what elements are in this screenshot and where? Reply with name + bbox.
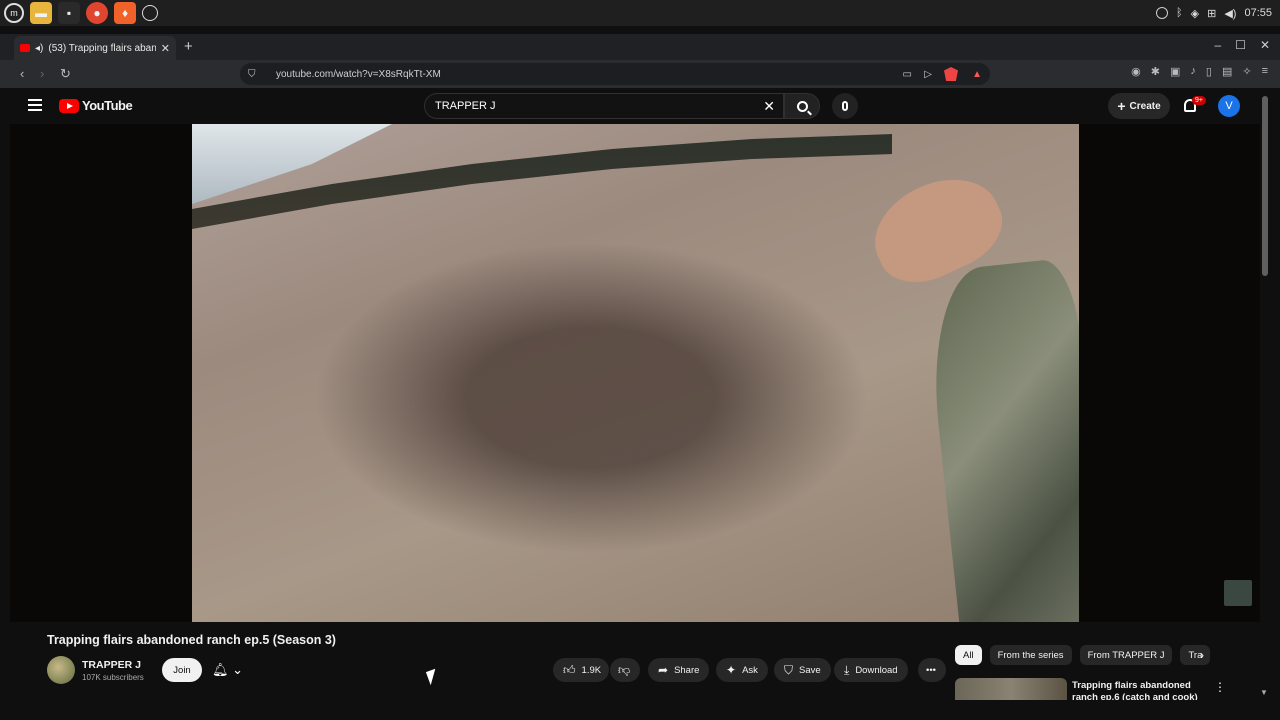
create-label: Create (1129, 100, 1161, 112)
share-icon: ➦ (658, 663, 669, 677)
tab-youtube[interactable]: ◂) (53) Trapping flairs abando ✕ (14, 36, 176, 60)
reload-button[interactable]: ↻ (60, 66, 71, 82)
channel-watermark[interactable] (1224, 580, 1252, 606)
minimize-icon[interactable]: – (1214, 38, 1221, 52)
maximize-icon[interactable]: ☐ (1235, 38, 1246, 52)
notification-badge: 9+ (1192, 96, 1206, 105)
cast-icon[interactable]: ▭ (903, 69, 912, 80)
lan-tray-icon[interactable]: ⊞ (1207, 7, 1216, 20)
clock[interactable]: 07:55 (1244, 7, 1272, 19)
search-icon (796, 100, 808, 112)
youtube-favicon-icon (20, 44, 30, 52)
create-button[interactable]: + Create (1108, 93, 1170, 119)
new-tab-button[interactable]: + (184, 38, 193, 55)
more-horizontal-icon: ••• (926, 664, 936, 676)
bookmark-icon[interactable]: ⛉ (248, 69, 256, 80)
more-vertical-icon[interactable]: ⋮ (1214, 680, 1226, 694)
settings-icon[interactable] (142, 5, 158, 21)
url-text[interactable]: youtube.com/watch?v=X8sRqkTt-XM (276, 69, 441, 80)
join-button[interactable]: Join (162, 658, 202, 682)
page-scrollbar[interactable] (1262, 96, 1268, 276)
share-button[interactable]: ➦ Share (648, 658, 710, 682)
play-icon[interactable]: ▷ (924, 69, 932, 80)
like-button[interactable]: 👍︎ 1.9K (553, 658, 609, 682)
address-bar[interactable]: ⛉ youtube.com/watch?v=X8sRqkTt-XM ▭ ▷ ▲ (240, 63, 990, 85)
mouse-cursor (425, 668, 441, 686)
video-title: Trapping flairs abandoned ranch ep.5 (Se… (47, 633, 336, 647)
bluetooth-tray-icon[interactable]: ᛒ (1176, 7, 1183, 19)
leo-icon[interactable]: ✧ (1242, 65, 1251, 78)
channel-avatar[interactable] (47, 656, 75, 684)
brave-shields-icon[interactable] (944, 67, 958, 81)
brave-icon[interactable]: ♦ (114, 2, 136, 24)
terminal-icon[interactable]: ▪ (58, 2, 80, 24)
youtube-logo[interactable]: YouTube (59, 98, 133, 113)
files-icon[interactable]: ▬ (30, 2, 52, 24)
sidebar-icon[interactable]: ▯ (1206, 65, 1212, 78)
share-label: Share (674, 664, 700, 676)
shield-tray-icon[interactable]: ◈ (1191, 7, 1199, 20)
ask-button[interactable]: ✦ Ask (716, 658, 768, 682)
chip-from-channel[interactable]: From TRAPPER J (1079, 645, 1173, 665)
chip-all[interactable]: All (955, 645, 982, 665)
clear-search-icon[interactable]: ✕ (763, 98, 775, 115)
like-count: 1.9K (581, 664, 602, 676)
search-input[interactable]: TRAPPER J ✕ (424, 93, 784, 119)
screenshot-icon[interactable]: ▣ (1170, 65, 1180, 78)
guide-menu-icon[interactable] (28, 99, 42, 111)
audio-playing-icon[interactable]: ◂) (35, 43, 43, 54)
microphone-icon (842, 101, 848, 111)
extension-icon[interactable]: ◉ (1131, 65, 1141, 78)
search-value[interactable]: TRAPPER J (435, 100, 496, 112)
save-label: Save (799, 664, 821, 676)
browser-navbar: ‹ › ↻ ⛉ youtube.com/watch?v=X8sRqkTt-XM … (0, 60, 1280, 88)
tab-title: (53) Trapping flairs abando (48, 42, 156, 54)
puzzle-icon[interactable]: ✱ (1151, 65, 1160, 78)
recommendation-thumbnail[interactable] (955, 678, 1067, 700)
download-icon: ⤓ (844, 662, 850, 677)
related-filter-chips: All From the series From TRAPPER J Tra (955, 645, 1211, 665)
scroll-down-icon[interactable]: ▼ (1260, 688, 1268, 697)
channel-name[interactable]: TRAPPER J (82, 659, 141, 671)
ask-label: Ask (742, 664, 758, 676)
subscriber-count: 107K subscribers (82, 673, 144, 682)
firefox-icon[interactable]: ● (86, 2, 108, 24)
menu-icon[interactable]: ≡ (1262, 65, 1268, 78)
recommendation-title[interactable]: Trapping flairs abandoned ranch ep.6 (ca… (1072, 680, 1202, 700)
forward-button[interactable]: › (40, 66, 44, 81)
mint-menu-icon[interactable]: m (4, 3, 24, 23)
sparkle-icon: ✦ (726, 663, 737, 677)
back-button[interactable]: ‹ (20, 66, 24, 81)
close-window-icon[interactable]: ✕ (1260, 38, 1270, 52)
thumbs-up-icon: 👍︎ (563, 662, 576, 677)
subscribed-bell-dropdown[interactable]: 🔔︎ ⌄ (212, 662, 243, 678)
video-frame-arm (922, 257, 1079, 622)
network-tray-icon[interactable] (1156, 7, 1169, 19)
thumbs-down-icon: 👎︎ (618, 662, 631, 677)
voice-search-button[interactable] (832, 93, 858, 119)
chevron-right-icon[interactable]: › (1200, 648, 1204, 662)
youtube-wordmark: YouTube (82, 98, 133, 113)
search-button[interactable] (784, 93, 820, 119)
brave-rewards-icon[interactable]: ▲ (972, 69, 982, 80)
music-icon[interactable]: ♪ (1190, 65, 1196, 78)
download-button[interactable]: ⤓ Download (834, 658, 908, 682)
bookmark-save-icon: ⛉ (784, 662, 794, 677)
video-player[interactable] (192, 124, 1079, 622)
more-actions-button[interactable]: ••• (918, 658, 946, 682)
browser-tabbar: ◂) (53) Trapping flairs abando ✕ + – ☐ ✕ (0, 34, 1280, 60)
volume-tray-icon[interactable]: ◀) (1224, 7, 1236, 20)
dislike-button[interactable]: 👎︎ (610, 658, 640, 682)
youtube-header: YouTube TRAPPER J ✕ + Create 9+ V (0, 88, 1270, 124)
os-taskbar: m ▬ ▪ ● ♦ ᛒ ◈ ⊞ ◀) 07:55 (0, 0, 1280, 26)
chip-from-series[interactable]: From the series (989, 645, 1072, 665)
close-tab-icon[interactable]: ✕ (161, 42, 170, 55)
plus-icon: + (1117, 98, 1126, 114)
account-avatar[interactable]: V (1218, 95, 1240, 117)
youtube-play-icon (59, 98, 79, 113)
save-button[interactable]: ⛉ Save (774, 658, 831, 682)
chip-truncated[interactable]: Tra (1180, 645, 1211, 665)
wallet-icon[interactable]: ▤ (1222, 65, 1232, 78)
download-label: Download (855, 664, 898, 676)
